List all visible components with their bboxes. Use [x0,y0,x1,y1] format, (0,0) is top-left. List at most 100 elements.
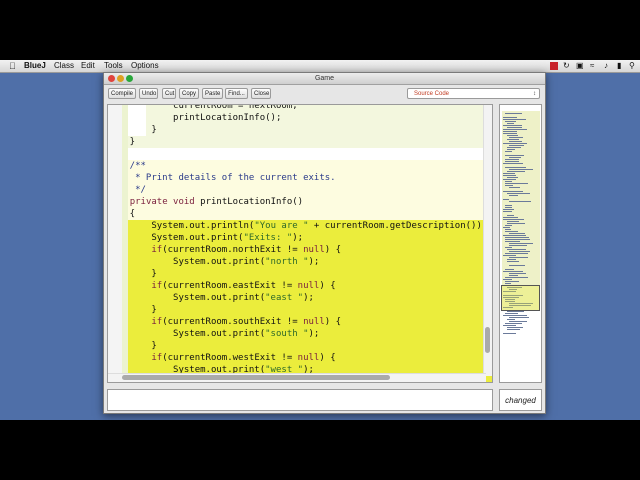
code-editor[interactable]: currentRoom = nextRoom; printLocationInf… [107,104,493,383]
overview-line [503,209,514,210]
overview-line [505,239,530,240]
menu-edit[interactable]: Edit [81,61,95,71]
display-icon[interactable]: ▣ [576,61,584,71]
code-line[interactable]: } [108,124,492,136]
overview-line [509,321,527,322]
overview-line [507,139,519,140]
overview-line [509,157,521,158]
overview-line [505,207,512,208]
code-line[interactable]: } [108,304,492,316]
overview-line [503,333,516,334]
overview-line [505,277,528,278]
code-line[interactable]: System.out.print("east "); [108,292,492,304]
overview-line [505,231,518,232]
overview-line [503,173,515,174]
overview-line [505,167,526,168]
code-line[interactable]: if(currentRoom.westExit != null) { [108,352,492,364]
code-line-text: if(currentRoom.northExit != null) { [151,245,342,255]
code-line-text: printLocationInfo(); [108,113,282,123]
paste-button[interactable]: Paste [202,88,223,99]
undo-button[interactable]: Undo [139,88,158,99]
overview-line [509,145,524,146]
overview-line [503,199,509,200]
code-line[interactable]: /** [108,160,492,172]
vertical-scrollbar[interactable] [483,105,492,376]
code-line-text: /** [108,161,146,171]
overview-line [503,219,524,220]
cut-button[interactable]: Cut [162,88,176,99]
code-line[interactable]: if(currentRoom.eastExit != null) { [108,280,492,292]
overview-line [507,149,515,150]
view-selector-value: Source Code [414,91,450,97]
code-line-text: private void printLocationInfo() [129,197,304,207]
overview-line [505,151,512,152]
view-selector[interactable]: Source Code ↕ [407,88,540,99]
code-line[interactable]: { [108,208,492,220]
overview-line [507,329,520,330]
overview-line [509,195,518,196]
code-line[interactable]: if(currentRoom.southExit != null) { [108,316,492,328]
code-line[interactable]: currentRoom = nextRoom; [108,105,492,112]
code-line[interactable]: private void printLocationInfo() [108,196,492,208]
overview-line [509,243,533,244]
overview-line [509,273,526,274]
menu-class[interactable]: Class [54,61,74,71]
code-line-text: } [108,269,157,279]
overview-line [507,327,523,328]
wifi-icon[interactable]: ≈ [590,61,594,71]
letterbox-bottom [0,420,640,480]
code-line[interactable]: System.out.print("south "); [108,328,492,340]
overview-viewport[interactable] [501,285,540,311]
horizontal-scroll-thumb[interactable] [122,375,390,380]
toolbar: Compile Undo Cut Copy Paste Find... Clos… [104,85,545,103]
status-indicator: changed [499,389,542,411]
overview-line [505,281,519,282]
battery-icon[interactable]: ▮ [617,61,621,71]
horizontal-scrollbar[interactable] [108,373,486,382]
code-line[interactable] [108,148,492,160]
overview-line [503,131,517,132]
code-line[interactable]: System.out.print("Exits: "); [108,232,492,244]
code-overview-panel[interactable] [499,104,542,383]
code-line[interactable]: } [108,340,492,352]
code-line-text: } [108,125,157,135]
vertical-scroll-thumb[interactable] [485,327,490,353]
apple-menu-icon[interactable]:  [9,61,16,71]
code-line[interactable]: } [108,136,492,148]
sync-icon[interactable]: ↻ [563,61,570,71]
overview-line [507,123,514,124]
compile-button[interactable]: Compile [108,88,136,99]
code-line-text: } [108,137,136,147]
overview-line [507,223,525,224]
overview-line [507,311,524,312]
code-line[interactable]: * Print details of the current exits. [108,172,492,184]
recording-icon[interactable] [550,62,558,70]
overview-line [503,143,527,144]
message-area [107,389,493,411]
copy-button[interactable]: Copy [179,88,199,99]
volume-icon[interactable]: ♪ [604,61,608,71]
overview-line [507,221,519,222]
close-button[interactable]: Close [251,88,271,99]
code-line-text: System.out.println("You are " + currentR… [108,221,488,231]
code-line[interactable]: System.out.print("north "); [108,256,492,268]
code-line-text: } [108,341,157,351]
menu-options[interactable]: Options [131,61,159,71]
spotlight-icon[interactable]: ⚲ [629,61,635,71]
find-button[interactable]: Find... [225,88,248,99]
app-menu[interactable]: BlueJ [24,61,46,71]
code-line[interactable]: } [108,268,492,280]
overview-line [507,249,526,250]
overview-line [505,121,516,122]
overview-line [507,193,530,194]
overview-line [503,133,517,134]
menu-tools[interactable]: Tools [104,61,123,71]
code-line[interactable]: printLocationInfo(); [108,112,492,124]
overview-line [503,175,516,176]
overview-line [503,119,526,120]
overview-line [503,279,512,280]
window-titlebar[interactable]: Game [104,73,545,85]
code-line[interactable]: if(currentRoom.northExit != null) { [108,244,492,256]
code-line[interactable]: */ [108,184,492,196]
code-line[interactable]: System.out.println("You are " + currentR… [108,220,492,232]
